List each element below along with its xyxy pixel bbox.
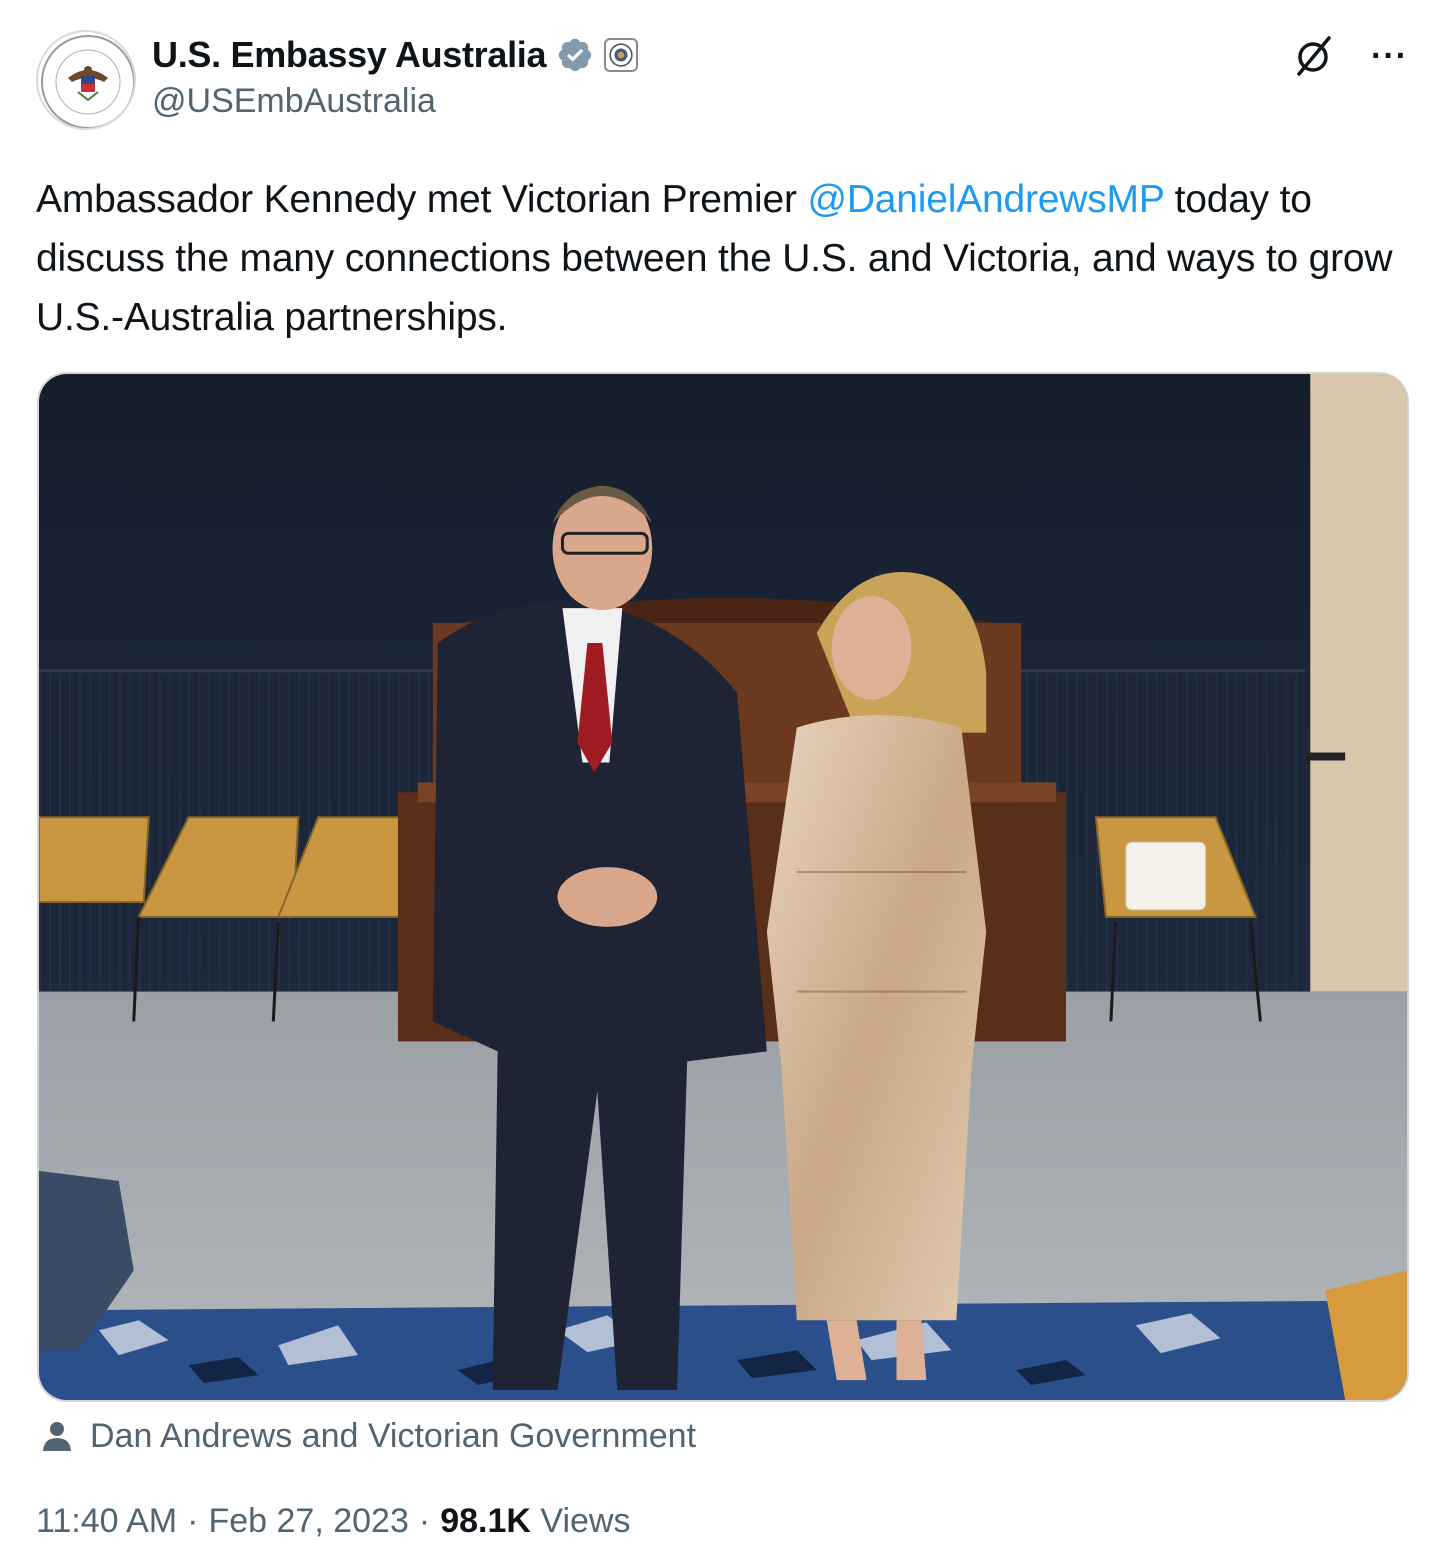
more-options-button[interactable]: ··· <box>1371 39 1408 73</box>
meta-separator: · <box>418 1502 431 1540</box>
government-seal-icon[interactable] <box>604 38 639 72</box>
grok-icon[interactable] <box>1291 34 1335 78</box>
verified-badge-icon[interactable] <box>556 36 594 74</box>
embassy-seal-icon[interactable] <box>36 30 136 130</box>
tweet-photo[interactable] <box>37 372 1409 1402</box>
tweet: U.S. Embassy Australia @USEmbAustralia ·… <box>0 0 1456 1567</box>
tweet-text: Ambassador Kennedy met Victorian Premier… <box>36 170 1416 347</box>
views-label: Views <box>540 1502 631 1540</box>
author-display-name[interactable]: U.S. Embassy Australia <box>152 34 547 76</box>
tweet-date[interactable]: Feb 27, 2023 <box>208 1502 408 1541</box>
views-count: 98.1K <box>440 1502 531 1540</box>
tweet-top-actions: ··· <box>1291 34 1408 78</box>
person-icon <box>40 1419 74 1453</box>
author-handle[interactable]: @USEmbAustralia <box>152 82 436 121</box>
meta-separator: · <box>187 1502 199 1540</box>
mention-link[interactable]: @DanielAndrewsMP <box>807 178 1164 221</box>
views-stat[interactable]: 98.1K Views <box>440 1502 630 1541</box>
tagged-people[interactable]: Dan Andrews and Victorian Government <box>40 1412 696 1460</box>
tweet-text-part1: Ambassador Kennedy met Victorian Premier <box>36 178 808 221</box>
tweet-time[interactable]: 11:40 AM <box>36 1502 177 1541</box>
tweet-meta: 11:40 AM · Feb 27, 2023 · 98.1K Views <box>36 1502 630 1541</box>
tagged-people-text[interactable]: Dan Andrews and Victorian Government <box>90 1417 696 1456</box>
author-name-row[interactable]: U.S. Embassy Australia <box>152 32 639 78</box>
